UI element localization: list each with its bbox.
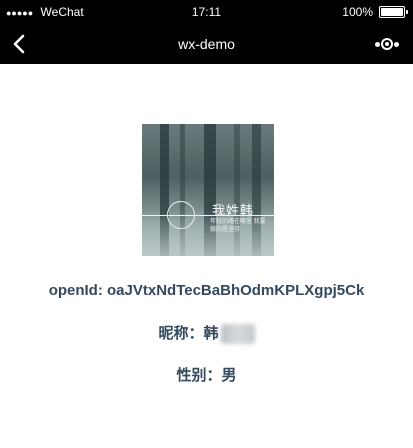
nickname-row: 昵称：韩 <box>0 322 413 345</box>
main-content: 我姓韩 年轻的路在哪里 我要做的是坚持 openId: oaJVtxNdTecB… <box>0 64 413 448</box>
target-icon <box>381 38 393 50</box>
status-right: 100% <box>342 0 408 24</box>
openid-value: oaJVtxNdTecBaBhOdmKPLXgpj5Ck <box>107 282 365 299</box>
avatar-subtitle: 年轻的路在哪里 我要做的是坚持 <box>210 219 266 233</box>
openid-row: openId: oaJVtxNdTecBaBhOdmKPLXgpj5Ck <box>0 282 413 299</box>
dot-icon <box>375 41 380 47</box>
dot-icon <box>394 41 399 47</box>
battery-percent: 100% <box>342 5 373 19</box>
battery-icon <box>379 6 408 18</box>
status-bar: ●●●●● WeChat 17:11 100% <box>0 0 413 24</box>
gender-label: 性别： <box>176 367 222 384</box>
openid-label: openId: <box>48 282 108 299</box>
gender-row: 性别：男 <box>0 364 413 385</box>
gender-value: 男 <box>221 367 237 384</box>
avatar-title: 我姓韩 <box>212 204 255 219</box>
avatar: 我姓韩 年轻的路在哪里 我要做的是坚持 <box>142 124 274 256</box>
nav-bar: wx-demo <box>0 24 413 64</box>
page-title: wx-demo <box>178 36 235 52</box>
more-options-button[interactable] <box>373 37 401 51</box>
more-dots-icon <box>375 37 399 51</box>
nickname-redaction <box>220 324 255 345</box>
nickname-value: 韩 <box>203 325 219 342</box>
nickname-label: 昵称： <box>158 325 204 342</box>
